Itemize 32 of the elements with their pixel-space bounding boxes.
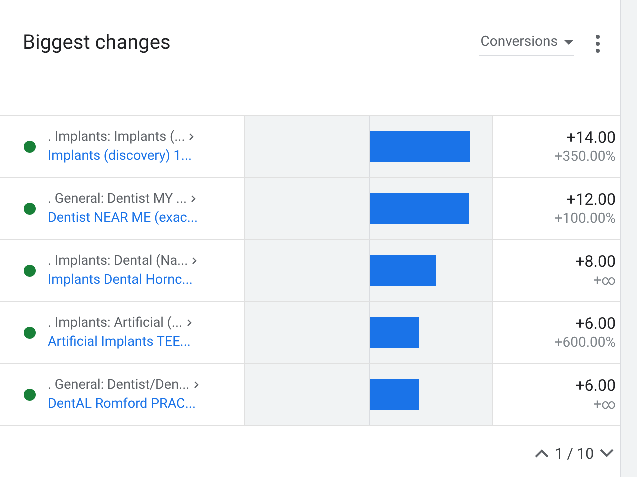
item-link[interactable]: Artificial Implants TEE... [48, 332, 192, 352]
campaign-name: . Implants: Implants (... [48, 128, 186, 146]
change-value: +6.00 [576, 374, 616, 396]
item-link[interactable]: DentAL Romford PRAC... [48, 394, 199, 414]
change-percent: +∞ [594, 396, 616, 414]
metric-dropdown[interactable]: Conversions [478, 32, 574, 56]
chevron-up-icon[interactable] [535, 449, 550, 458]
chevron-right-icon [192, 257, 198, 265]
change-value: +14.00 [566, 126, 616, 148]
chevron-right-icon [189, 133, 194, 141]
campaign-name: . Implants: Artificial (... [48, 314, 183, 332]
item-link[interactable]: Implants (discovery) 1... [48, 146, 194, 166]
chevron-right-icon [194, 381, 199, 389]
item-link[interactable]: Implants Dental Hornc... [48, 270, 198, 290]
change-value: +8.00 [576, 250, 616, 272]
dropdown-arrow-icon [564, 40, 574, 45]
change-value: +12.00 [566, 188, 616, 210]
change-value: +6.00 [576, 312, 616, 334]
item-link[interactable]: Dentist NEAR ME (exac... [48, 208, 198, 228]
change-percent: +100.00% [554, 210, 616, 228]
more-options-icon[interactable] [596, 35, 600, 53]
chevron-right-icon [186, 319, 192, 327]
page-indicator: 1 / 10 [555, 444, 594, 464]
campaign-name: . General: Dentist/Den... [48, 376, 190, 394]
chevron-down-icon[interactable] [600, 449, 614, 458]
card-title: Biggest changes [23, 29, 171, 56]
change-percent: +350.00% [554, 148, 616, 166]
campaign-name: . Implants: Dental (Na... [48, 252, 188, 270]
change-percent: +∞ [594, 272, 616, 290]
chevron-right-icon [191, 195, 196, 203]
campaign-name: . General: Dentist MY ... [48, 190, 188, 208]
change-percent: +600.00% [554, 334, 616, 352]
